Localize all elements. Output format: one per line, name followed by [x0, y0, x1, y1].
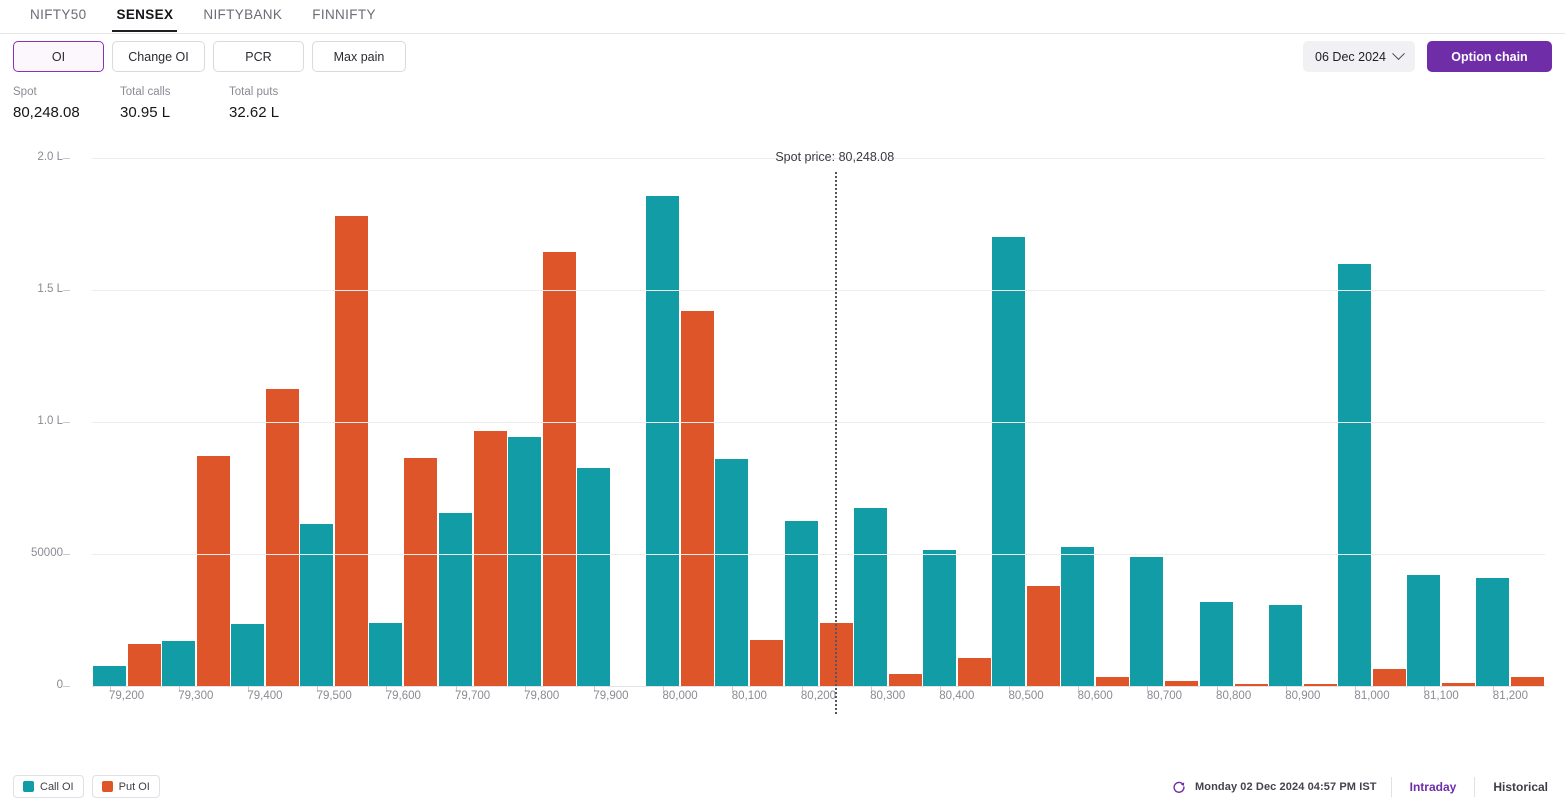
gridline [92, 686, 1545, 687]
put-oi-bar[interactable] [404, 457, 438, 686]
tab-label: SENSEX [116, 7, 174, 22]
call-oi-bar[interactable] [922, 550, 956, 686]
put-oi-bar[interactable] [1373, 668, 1407, 686]
call-oi-bar[interactable] [92, 666, 126, 686]
x-axis-tick-label: 81,200 [1492, 690, 1528, 702]
stat-spot: Spot 80,248.08 [13, 84, 120, 124]
call-oi-bar[interactable] [369, 622, 403, 686]
stat-total-puts: Total puts 32.62 L [229, 84, 338, 124]
y-axis-tick-label: 1.5 L [37, 283, 63, 295]
y-axis-tick-label: 1.0 L [37, 415, 63, 427]
tab-nifty50[interactable]: NIFTY50 [18, 0, 98, 31]
call-oi-bar[interactable] [715, 458, 749, 686]
call-oi-bar[interactable] [1476, 577, 1510, 686]
call-oi-bar[interactable] [507, 436, 541, 686]
legend-swatch-icon [23, 781, 34, 792]
footer-divider [1390, 776, 1392, 797]
y-axis-tick-label: 2.0 L [37, 151, 63, 163]
put-oi-bar[interactable] [1027, 585, 1061, 686]
legend-label: Put OI [118, 780, 150, 793]
footer-right: Monday 02 Dec 2024 04:57 PM IST Intraday… [1172, 775, 1552, 798]
put-oi-bar[interactable] [957, 658, 991, 686]
last-updated-timestamp: Monday 02 Dec 2024 04:57 PM IST [1195, 780, 1377, 793]
tab-pcr[interactable]: PCR [213, 41, 304, 72]
stat-total-calls: Total calls 30.95 L [120, 84, 229, 124]
put-oi-bar[interactable] [888, 674, 922, 686]
tab-intraday[interactable]: Intraday [1406, 780, 1461, 794]
legend-label: Call OI [40, 780, 74, 793]
tab-finnifty[interactable]: FINNIFTY [300, 0, 388, 31]
legend-item-call-oi[interactable]: Call OI [13, 775, 84, 798]
put-oi-bar[interactable] [542, 251, 576, 686]
call-oi-bar[interactable] [1407, 575, 1441, 686]
call-oi-bar[interactable] [992, 237, 1026, 686]
call-oi-bar[interactable] [1199, 601, 1233, 686]
gridline [92, 290, 1545, 291]
y-axis-tick-label: 0 [56, 679, 63, 691]
put-oi-bar[interactable] [265, 389, 299, 686]
y-axis-tick-mark [63, 290, 70, 291]
call-oi-bar[interactable] [161, 641, 195, 686]
option-chain-button[interactable]: Option chain [1427, 41, 1552, 72]
y-axis-tick-mark [63, 422, 70, 423]
y-axis-tick-mark [63, 158, 70, 159]
call-oi-bar[interactable] [300, 523, 334, 686]
call-oi-bar[interactable] [1130, 556, 1164, 686]
y-axis-tick-mark [63, 554, 70, 555]
tab-label: NIFTY50 [30, 7, 87, 22]
call-oi-bar[interactable] [784, 521, 818, 686]
put-oi-bar[interactable] [1511, 676, 1545, 686]
stat-spot-value: 80,248.08 [13, 104, 80, 121]
expiry-date-dropdown[interactable]: 06 Dec 2024 [1303, 41, 1415, 72]
chart-legend: Call OI Put OI [13, 775, 160, 798]
spot-price-annotation-label: Spot price: 80,248.08 [775, 150, 895, 164]
put-oi-bar[interactable] [196, 456, 230, 686]
refresh-icon[interactable] [1172, 780, 1186, 794]
call-oi-bar[interactable] [438, 513, 472, 686]
put-oi-bar[interactable] [750, 639, 784, 686]
gridline [92, 554, 1545, 555]
index-tabbar: NIFTY50 SENSEX NIFTYBANK FINNIFTY [0, 0, 1565, 34]
call-oi-bar[interactable] [853, 507, 887, 686]
tab-label: NIFTYBANK [203, 7, 283, 22]
call-oi-bar[interactable] [230, 623, 264, 686]
footer-divider-2 [1474, 776, 1476, 797]
chart-footer: Call OI Put OI Monday 02 Dec 2024 04:57 P… [0, 775, 1565, 807]
spot-price-line [834, 172, 837, 714]
tab-sensex[interactable]: SENSEX [104, 0, 185, 32]
tab-label: FINNIFTY [312, 7, 376, 22]
call-oi-bar[interactable] [1268, 605, 1302, 686]
put-oi-bar[interactable] [681, 311, 715, 686]
put-oi-bar[interactable] [473, 431, 507, 686]
legend-swatch-icon [101, 781, 113, 792]
tab-oi[interactable]: OI [13, 41, 104, 72]
tab-change-oi[interactable]: Change OI [112, 41, 205, 72]
y-axis-tick-mark [63, 686, 70, 687]
y-axis-tick-label: 50000 [31, 547, 63, 559]
tab-max-pain[interactable]: Max pain [312, 41, 406, 72]
put-oi-bar[interactable] [335, 216, 369, 686]
call-oi-bar[interactable] [1061, 547, 1095, 686]
call-oi-bar[interactable] [1338, 263, 1372, 686]
stat-total-puts-label: Total puts [229, 86, 279, 98]
put-oi-bar[interactable] [1096, 676, 1130, 686]
call-oi-bar[interactable] [576, 468, 610, 686]
expiry-date-value: 06 Dec 2024 [1315, 49, 1386, 64]
oi-chart: 0 50000 1.0 L 1.5 L 2.0 L 79,200 79,300 79,400 7… [0, 130, 1565, 720]
tab-historical[interactable]: Historical [1489, 780, 1552, 794]
gridline [92, 422, 1545, 423]
stats-strip: Spot 80,248.08 Total calls 30.95 L Total… [13, 84, 338, 124]
chart-toolbar: OI Change OI PCR Max pain 06 Dec 2024 Op… [0, 41, 1565, 74]
chevron-down-icon [1392, 47, 1405, 61]
stat-total-puts-value: 32.62 L [229, 104, 280, 121]
stat-total-calls-value: 30.95 L [120, 104, 171, 121]
oi-chart-plot-area: 0 50000 1.0 L 1.5 L 2.0 L 79,200 79,300 79,400 7… [31, 150, 1545, 714]
stat-total-calls-label: Total calls [120, 86, 171, 98]
put-oi-bar[interactable] [127, 643, 161, 686]
tab-niftybank[interactable]: NIFTYBANK [191, 0, 294, 31]
call-oi-bar[interactable] [646, 196, 680, 686]
legend-item-put-oi[interactable]: Put OI [91, 775, 160, 798]
stat-spot-label: Spot [13, 86, 37, 98]
